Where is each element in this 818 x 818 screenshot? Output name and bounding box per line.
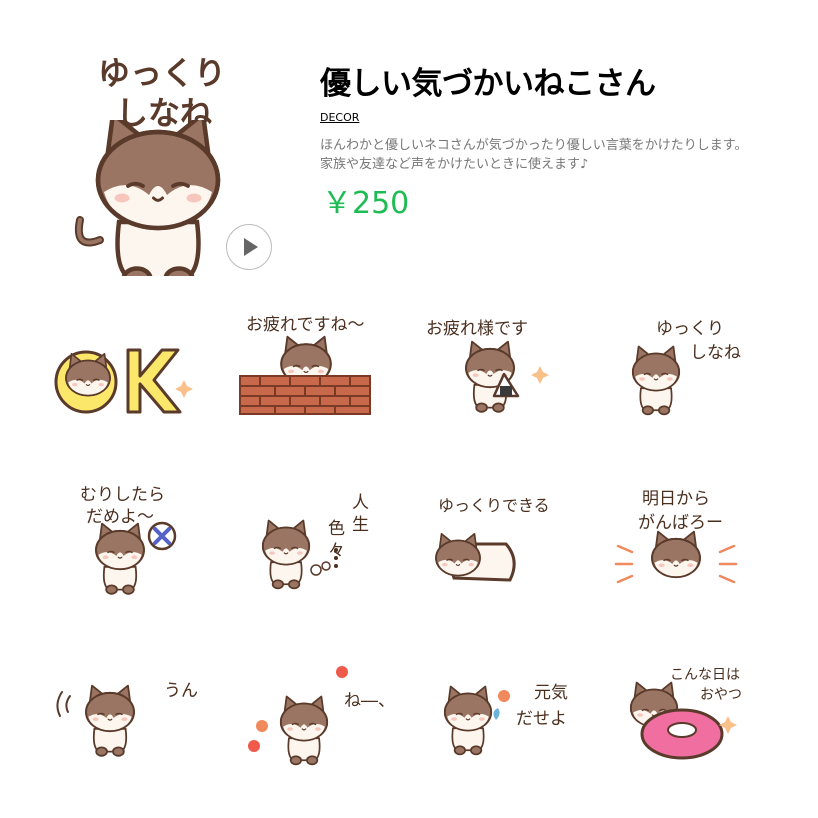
sticker-12-caption-line2: おやつ: [700, 687, 742, 703]
play-button[interactable]: [226, 224, 272, 270]
sticker-4-caption-line2: しなね: [690, 343, 741, 363]
sticker-10-caption: ね―、: [344, 691, 395, 711]
sticker-11-caption-line2: だせよ: [516, 709, 567, 729]
sticker-10-image: [248, 666, 348, 766]
sticker-7-caption: ゆっくりできる: [438, 496, 550, 515]
sticker-8-caption-line2: がんばろー: [638, 513, 723, 533]
sticker-3[interactable]: お疲れ様です: [404, 300, 574, 450]
sticker-2-caption: お疲れですね～: [246, 315, 365, 335]
sticker-9-image: [56, 684, 135, 757]
sticker-11-image: [443, 685, 510, 756]
product-description: ほんわかと優しいネコさんが気づかったり優しい言葉をかけたりします。家族や友達など…: [320, 138, 748, 172]
sticker-12-caption-line1: こんな日は: [670, 667, 740, 683]
sticker-4-caption-line1: ゆっくり: [656, 319, 724, 339]
sticker-10[interactable]: ね―、: [234, 650, 404, 800]
main-sticker-cat-image: [75, 120, 240, 276]
sticker-11-caption-line1: 元気: [534, 683, 568, 703]
sticker-11[interactable]: 元気 だせよ: [424, 650, 594, 800]
sticker-4[interactable]: ゆっくり しなね: [604, 300, 774, 450]
product-price: ￥250: [322, 186, 410, 221]
sticker-5-caption-line2: だめよ～: [86, 507, 154, 527]
sticker-3-caption: お疲れ様です: [426, 319, 528, 339]
sticker-7[interactable]: ゆっくりできる: [424, 470, 594, 620]
product-title: 優しい気づかいねこさん: [320, 66, 656, 102]
sticker-12[interactable]: こんな日は おやつ: [604, 650, 774, 800]
sticker-1-image: [54, 348, 193, 414]
sticker-6[interactable]: 人 生 色 々: [224, 470, 394, 620]
sticker-8-caption-line1: 明日から: [642, 489, 710, 509]
sticker-1[interactable]: [44, 300, 214, 450]
sticker-9[interactable]: うん: [44, 650, 214, 800]
sticker-2[interactable]: お疲れですね～: [224, 300, 394, 450]
sticker-6-caption-line2: 生: [352, 515, 369, 535]
sticker-6-caption-line4: 々: [328, 541, 345, 561]
sticker-8[interactable]: 明日から がんばろー: [604, 470, 774, 620]
sticker-5[interactable]: むりしたら だめよ～: [64, 470, 234, 620]
sticker-9-caption: うん: [164, 681, 198, 701]
author-link[interactable]: DECOR: [320, 111, 359, 124]
play-icon: [244, 238, 258, 256]
